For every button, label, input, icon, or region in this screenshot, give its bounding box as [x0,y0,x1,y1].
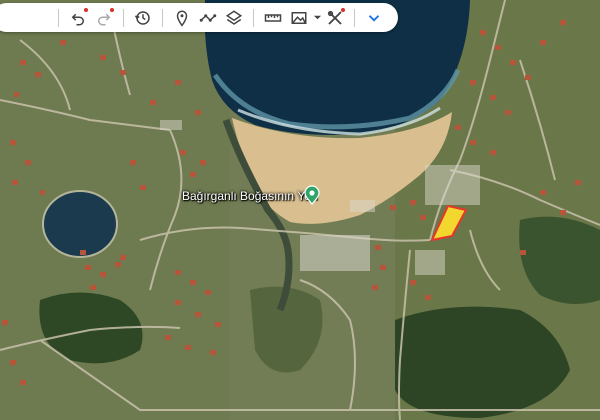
layers-button[interactable] [221,5,247,31]
image-dropdown-caret[interactable] [312,5,322,31]
draw-line-icon [199,13,217,22]
map-toolbar [0,3,398,32]
redo-button[interactable] [91,5,117,31]
collapse-button[interactable] [361,5,387,31]
image-icon [291,11,307,24]
history-button[interactable] [130,5,156,31]
toolbar-divider [253,8,254,27]
unsaved-dot [341,7,345,12]
toolbar-divider [123,8,124,27]
undo-button[interactable] [65,5,91,31]
draw-line-button[interactable] [195,5,221,31]
toolbar-divider [354,8,355,27]
unsaved-dot [110,7,114,12]
measure-icon [264,13,282,22]
add-marker-button[interactable] [169,5,195,31]
search-area[interactable] [0,3,52,32]
layers-icon [225,9,243,25]
toolbar-divider [162,8,163,27]
history-icon [134,10,150,25]
add-marker-icon [176,10,188,27]
satellite-map[interactable] [0,0,600,420]
collapse-icon [368,14,380,22]
tools-button[interactable] [322,5,348,31]
place-label[interactable]: Bağırganlı Boğasının Yeri [182,189,317,203]
measure-button[interactable] [260,5,286,31]
image-button[interactable] [286,5,312,31]
toolbar-divider [58,8,59,27]
place-pin-icon[interactable] [303,185,321,205]
unsaved-dot [84,7,88,12]
dropdown-caret-icon [313,15,321,20]
